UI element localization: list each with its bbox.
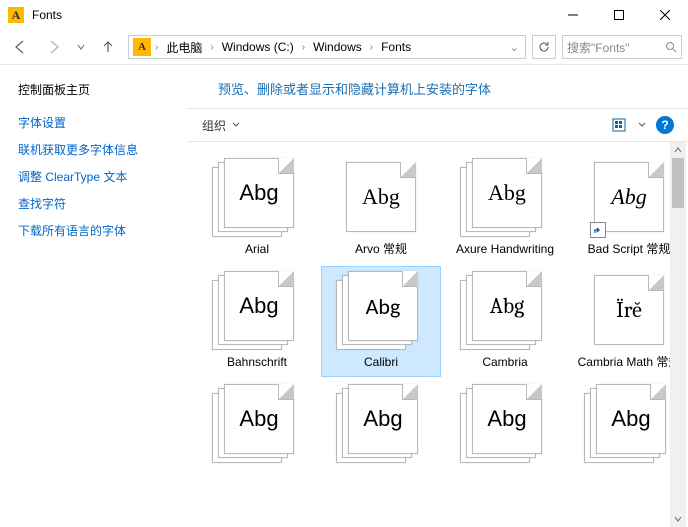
page-headline: 预览、删除或者显示和隐藏计算机上安装的字体 xyxy=(188,65,688,108)
search-input[interactable]: 搜索"Fonts" xyxy=(562,35,682,59)
toolbar: 组织 ? xyxy=(188,108,688,142)
font-item[interactable]: Abg Arial xyxy=(198,154,316,263)
breadcrumb[interactable]: Windows (C:) xyxy=(218,40,298,54)
font-sample: Abg xyxy=(239,180,278,206)
chevron-right-icon: › xyxy=(208,42,215,53)
font-label: Calibri xyxy=(364,355,398,370)
font-item[interactable]: Abg xyxy=(446,380,564,474)
history-dropdown[interactable] xyxy=(74,43,88,51)
organize-button[interactable]: 组织 xyxy=(202,117,240,134)
chevron-right-icon: › xyxy=(300,42,307,53)
window-controls xyxy=(550,0,688,30)
font-thumbnail: Abg xyxy=(336,384,426,462)
font-thumbnail: Abg xyxy=(336,271,426,349)
back-button[interactable] xyxy=(6,33,34,61)
nav-bar: A › 此电脑 › Windows (C:) › Windows › Fonts… xyxy=(0,30,688,64)
scroll-track[interactable] xyxy=(670,158,686,511)
font-label: Axure Handwriting xyxy=(456,242,554,257)
view-icon xyxy=(612,118,634,132)
font-sample: Abg xyxy=(487,406,526,432)
font-thumbnail: Abg xyxy=(212,158,302,236)
font-thumbnail: Abg xyxy=(460,384,550,462)
chevron-down-icon[interactable]: ⌄ xyxy=(508,41,521,54)
body: 控制面板主页 字体设置 联机获取更多字体信息 调整 ClearType 文本 查… xyxy=(0,65,688,527)
folder-icon: A xyxy=(133,38,151,56)
title-bar: A Fonts xyxy=(0,0,688,30)
sidebar: 控制面板主页 字体设置 联机获取更多字体信息 调整 ClearType 文本 查… xyxy=(0,65,188,527)
font-sample: Abg xyxy=(488,180,526,206)
search-icon xyxy=(665,41,677,53)
font-item[interactable]: Abg Calibri xyxy=(322,267,440,376)
font-label: Arial xyxy=(245,242,269,257)
font-label: Bad Script 常规 xyxy=(588,242,671,257)
view-options-button[interactable] xyxy=(612,118,646,132)
forward-button[interactable] xyxy=(40,33,68,61)
font-item[interactable]: Abg xyxy=(198,380,316,474)
font-label: Arvo 常规 xyxy=(355,242,407,257)
font-label: Cambria xyxy=(482,355,527,370)
up-button[interactable] xyxy=(94,33,122,61)
font-sample: Abg xyxy=(363,406,402,432)
font-sample: Abg xyxy=(490,293,525,319)
font-sample: Ïrĕ xyxy=(616,297,642,323)
font-label: Cambria Math 常规 xyxy=(578,355,681,370)
sidebar-link-cleartype[interactable]: 调整 ClearType 文本 xyxy=(18,168,170,185)
breadcrumb[interactable]: Windows xyxy=(309,40,366,54)
sidebar-link-download-all[interactable]: 下载所有语言的字体 xyxy=(18,222,170,239)
scroll-thumb[interactable] xyxy=(672,158,684,208)
font-thumbnail: Abg xyxy=(460,271,550,349)
minimize-button[interactable] xyxy=(550,0,596,30)
font-item[interactable]: Abg Axure Handwriting xyxy=(446,154,564,263)
font-sample: Abg xyxy=(611,184,646,210)
font-thumbnail: Abg xyxy=(584,384,674,462)
breadcrumb[interactable]: Fonts xyxy=(377,40,415,54)
font-item[interactable]: Abg Cambria xyxy=(446,267,564,376)
font-item[interactable]: Abg Arvo 常规 xyxy=(322,154,440,263)
search-placeholder: 搜索"Fonts" xyxy=(567,39,661,56)
font-sample: Abg xyxy=(362,184,400,210)
breadcrumb[interactable]: 此电脑 xyxy=(162,39,206,56)
scroll-down-button[interactable] xyxy=(670,511,686,527)
organize-label: 组织 xyxy=(202,117,226,134)
font-sample: Abg xyxy=(611,406,650,432)
content-area: AbgArialAbgArvo 常规AbgAxure HandwritingAb… xyxy=(188,142,688,527)
help-button[interactable]: ? xyxy=(656,116,674,134)
font-thumbnail: Abg xyxy=(212,384,302,462)
refresh-button[interactable] xyxy=(532,35,556,59)
font-item[interactable]: Abg xyxy=(322,380,440,474)
font-grid: AbgArialAbgArvo 常规AbgAxure HandwritingAb… xyxy=(188,142,688,474)
vertical-scrollbar[interactable] xyxy=(670,142,686,527)
font-sample: Abg xyxy=(239,406,278,432)
maximize-button[interactable] xyxy=(596,0,642,30)
font-thumbnail: Abg xyxy=(212,271,302,349)
font-item[interactable]: Abg Bahnschrift xyxy=(198,267,316,376)
font-thumbnail: Ïrĕ xyxy=(584,271,674,349)
font-thumbnail: Abg xyxy=(584,158,674,236)
control-panel-home[interactable]: 控制面板主页 xyxy=(18,81,170,98)
chevron-right-icon: › xyxy=(368,42,375,53)
font-sample: Abg xyxy=(239,293,278,319)
sidebar-link-get-more-fonts[interactable]: 联机获取更多字体信息 xyxy=(18,141,170,158)
sidebar-link-find-char[interactable]: 查找字符 xyxy=(18,195,170,212)
app-icon-letter: A xyxy=(12,8,21,23)
close-button[interactable] xyxy=(642,0,688,30)
font-label: Bahnschrift xyxy=(227,355,287,370)
main-panel: 预览、删除或者显示和隐藏计算机上安装的字体 组织 ? Abg Arial Abg Ar… xyxy=(188,65,688,527)
address-bar[interactable]: A › 此电脑 › Windows (C:) › Windows › Fonts… xyxy=(128,35,526,59)
chevron-down-icon xyxy=(232,121,240,129)
font-thumbnail: Abg xyxy=(336,158,426,236)
window-title: Fonts xyxy=(32,8,62,22)
shortcut-overlay-icon xyxy=(590,222,606,238)
font-sample: Abg xyxy=(366,293,401,320)
scroll-up-button[interactable] xyxy=(670,142,686,158)
chevron-down-icon xyxy=(638,121,646,129)
app-icon: A xyxy=(8,7,24,23)
sidebar-link-font-settings[interactable]: 字体设置 xyxy=(18,114,170,131)
font-thumbnail: Abg xyxy=(460,158,550,236)
chevron-right-icon: › xyxy=(153,42,160,53)
